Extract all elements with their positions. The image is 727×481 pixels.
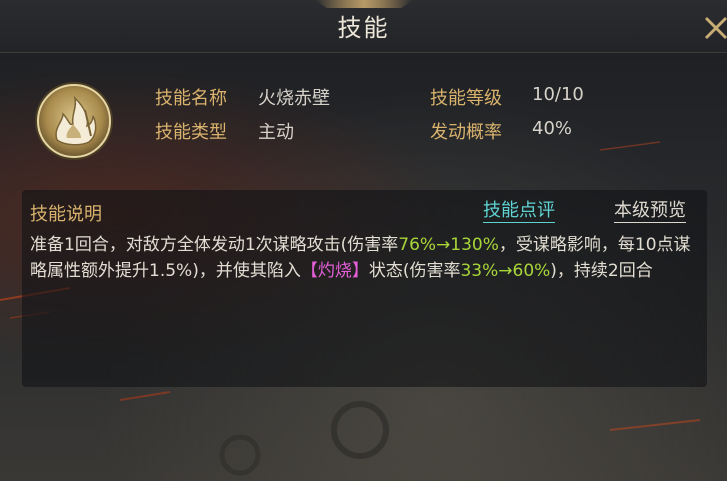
activation-chance-value: 40% <box>532 118 573 139</box>
activation-chance-label: 发动概率 <box>430 122 502 143</box>
level-preview-link[interactable]: 本级预览 <box>614 200 686 223</box>
skill-type-label: 技能类型 <box>155 122 227 143</box>
page-title: 技能 <box>337 14 390 42</box>
burn-damage-highlight: 33%→60% <box>460 261 551 281</box>
header-bar: 技能 <box>0 0 727 53</box>
description-panel <box>22 190 707 387</box>
close-icon <box>704 16 727 40</box>
skill-level-label: 技能等级 <box>430 88 502 109</box>
description-segment: 准备1回合，对敌方全体发动1次谋略攻击(伤害率 <box>30 235 399 255</box>
burn-status-keyword[interactable]: 【灼烧】 <box>301 261 369 281</box>
flame-skill-icon <box>35 82 113 160</box>
skill-comment-link[interactable]: 技能点评 <box>483 200 555 223</box>
damage-rate-highlight: 76%→130% <box>398 235 499 255</box>
description-title: 技能说明 <box>30 204 102 225</box>
description-segment: )，持续2回合 <box>550 261 653 281</box>
skill-name-value: 火烧赤壁 <box>258 88 330 109</box>
skill-type-value: 主动 <box>258 122 294 143</box>
skill-icon <box>33 80 115 162</box>
close-button[interactable] <box>698 10 727 44</box>
description-text: 准备1回合，对敌方全体发动1次谋略攻击(伤害率76%→130%，受谋略影响，每1… <box>30 232 698 284</box>
skill-level-value: 10/10 <box>532 84 584 105</box>
description-segment: 状态(伤害率 <box>368 261 461 281</box>
skill-name-label: 技能名称 <box>155 88 227 109</box>
